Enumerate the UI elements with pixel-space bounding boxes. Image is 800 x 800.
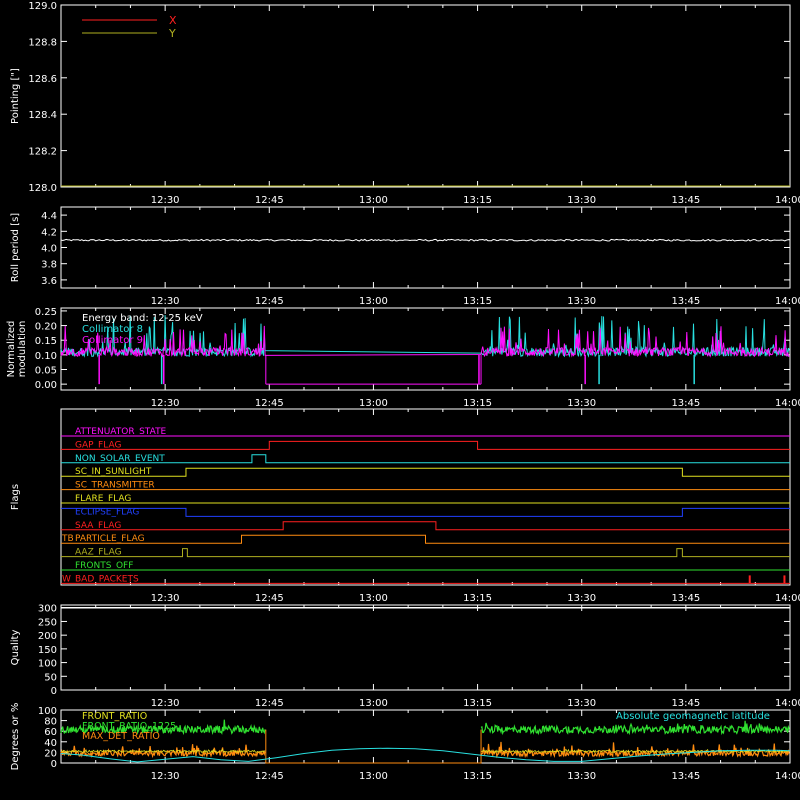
x-tick-label: 13:45 bbox=[671, 771, 700, 782]
y-tick-label: 4.4 bbox=[41, 211, 57, 222]
x-tick-label: 12:45 bbox=[255, 195, 284, 206]
y-tick-label: 128.4 bbox=[28, 110, 57, 121]
x-tick-label: 13:00 bbox=[359, 296, 388, 307]
x-tick-label: 13:15 bbox=[463, 398, 492, 409]
legend-label: MAX_DET_RATIO bbox=[82, 731, 160, 742]
y-tick-label: 4.0 bbox=[41, 244, 57, 255]
y-tick-label: 3.8 bbox=[41, 260, 57, 271]
x-tick-label: 14:00 bbox=[775, 698, 800, 709]
x-tick-label: 13:30 bbox=[567, 195, 596, 206]
y-tick-label: 150 bbox=[38, 645, 57, 656]
x-tick-label: 13:45 bbox=[671, 698, 700, 709]
x-tick-label: 13:15 bbox=[463, 771, 492, 782]
y-tick-label: 60 bbox=[44, 727, 57, 738]
x-tick-label: 14:00 bbox=[775, 296, 800, 307]
y-tick-label: 40 bbox=[44, 738, 57, 749]
y-tick-label: 100 bbox=[38, 659, 57, 670]
y-tick-label: 128.0 bbox=[28, 183, 57, 194]
y-axis-label: Flags bbox=[10, 484, 21, 510]
x-tick-label: 12:45 bbox=[255, 398, 284, 409]
x-tick-label: 12:45 bbox=[255, 296, 284, 307]
x-tick-label: 13:15 bbox=[463, 593, 492, 604]
x-tick-label: 13:30 bbox=[567, 593, 596, 604]
y-axis-label: Normalized bbox=[6, 321, 17, 378]
x-tick-label: 13:30 bbox=[567, 296, 596, 307]
x-tick-label: 13:00 bbox=[359, 771, 388, 782]
x-tick-label: 13:30 bbox=[567, 771, 596, 782]
y-tick-label: 4.2 bbox=[41, 227, 57, 238]
summary-figure: 12:30 12:45 13:00 13:15 13:30 13:45 14:00 128.0… bbox=[0, 0, 800, 800]
y-tick-label: 0.00 bbox=[35, 380, 57, 391]
y-tick-label: 128.6 bbox=[28, 74, 57, 85]
latitude-annotation: Absolute geomagnetic latitude bbox=[616, 711, 770, 722]
x-tick-label: 12:30 bbox=[151, 698, 180, 709]
y-tick-label: 0.05 bbox=[35, 366, 57, 377]
y-tick-label: 0.10 bbox=[35, 351, 57, 362]
y-tick-label: 0 bbox=[51, 686, 57, 697]
y-tick-label: 0.25 bbox=[35, 307, 57, 318]
x-tick-label: 13:15 bbox=[463, 195, 492, 206]
legend-label: Y bbox=[168, 27, 176, 40]
x-tick-label: 14:00 bbox=[775, 398, 800, 409]
x-tick-label: 13:45 bbox=[671, 195, 700, 206]
y-axis-label: modulation bbox=[17, 321, 28, 378]
y-tick-label: 80 bbox=[44, 717, 57, 728]
y-tick-label: 300 bbox=[38, 604, 57, 615]
y-axis-label: Quality bbox=[10, 630, 21, 666]
y-tick-label: 0 bbox=[51, 759, 57, 770]
y-axis-label: Degrees or % bbox=[10, 703, 21, 771]
x-tick-label: 12:30 bbox=[151, 771, 180, 782]
x-tick-label: 12:30 bbox=[151, 296, 180, 307]
y-tick-label: 20 bbox=[44, 748, 57, 759]
y-tick-label: 250 bbox=[38, 617, 57, 628]
x-tick-label: 13:00 bbox=[359, 698, 388, 709]
x-tick-label: 13:15 bbox=[463, 698, 492, 709]
legend-label: Energy band: 12-25 keV bbox=[82, 313, 203, 324]
x-tick-label: 12:45 bbox=[255, 698, 284, 709]
x-tick-label: 13:45 bbox=[671, 593, 700, 604]
y-tick-label: 129.0 bbox=[28, 1, 57, 12]
x-tick-label: 12:45 bbox=[255, 771, 284, 782]
x-tick-label: 13:30 bbox=[567, 398, 596, 409]
y-tick-label: 100 bbox=[38, 706, 57, 717]
flag-label: ECLIPSE_FLAG bbox=[75, 507, 139, 517]
x-tick-label: 12:30 bbox=[151, 398, 180, 409]
x-tick-label: 13:15 bbox=[463, 296, 492, 307]
y-axis-label: Pointing ["] bbox=[10, 68, 21, 124]
y-tick-label: 128.2 bbox=[28, 147, 57, 158]
x-tick-label: 12:30 bbox=[151, 593, 180, 604]
legend-label: Collimator 9 bbox=[82, 335, 143, 346]
x-tick-label: 13:45 bbox=[671, 296, 700, 307]
x-tick-label: 13:45 bbox=[671, 398, 700, 409]
x-tick-label: 14:00 bbox=[775, 771, 800, 782]
x-tick-label: 12:30 bbox=[151, 195, 180, 206]
x-tick-label: 13:00 bbox=[359, 593, 388, 604]
x-tick-label: 13:30 bbox=[567, 698, 596, 709]
y-tick-label: 0.15 bbox=[35, 336, 57, 347]
y-tick-label: 50 bbox=[44, 672, 57, 683]
y-tick-label: 0.20 bbox=[35, 322, 57, 333]
legend-label: X bbox=[169, 14, 177, 27]
x-tick-label: 12:45 bbox=[255, 593, 284, 604]
x-tick-label: 14:00 bbox=[775, 195, 800, 206]
legend-label: Collimator 8 bbox=[82, 324, 143, 335]
y-tick-label: 128.8 bbox=[28, 37, 57, 48]
y-tick-label: 200 bbox=[38, 631, 57, 642]
y-axis-label: Roll period [s] bbox=[10, 213, 21, 282]
x-tick-label: 14:00 bbox=[775, 593, 800, 604]
y-tick-label: 3.6 bbox=[41, 276, 57, 287]
x-tick-label: 13:00 bbox=[359, 398, 388, 409]
x-tick-label: 13:00 bbox=[359, 195, 388, 206]
